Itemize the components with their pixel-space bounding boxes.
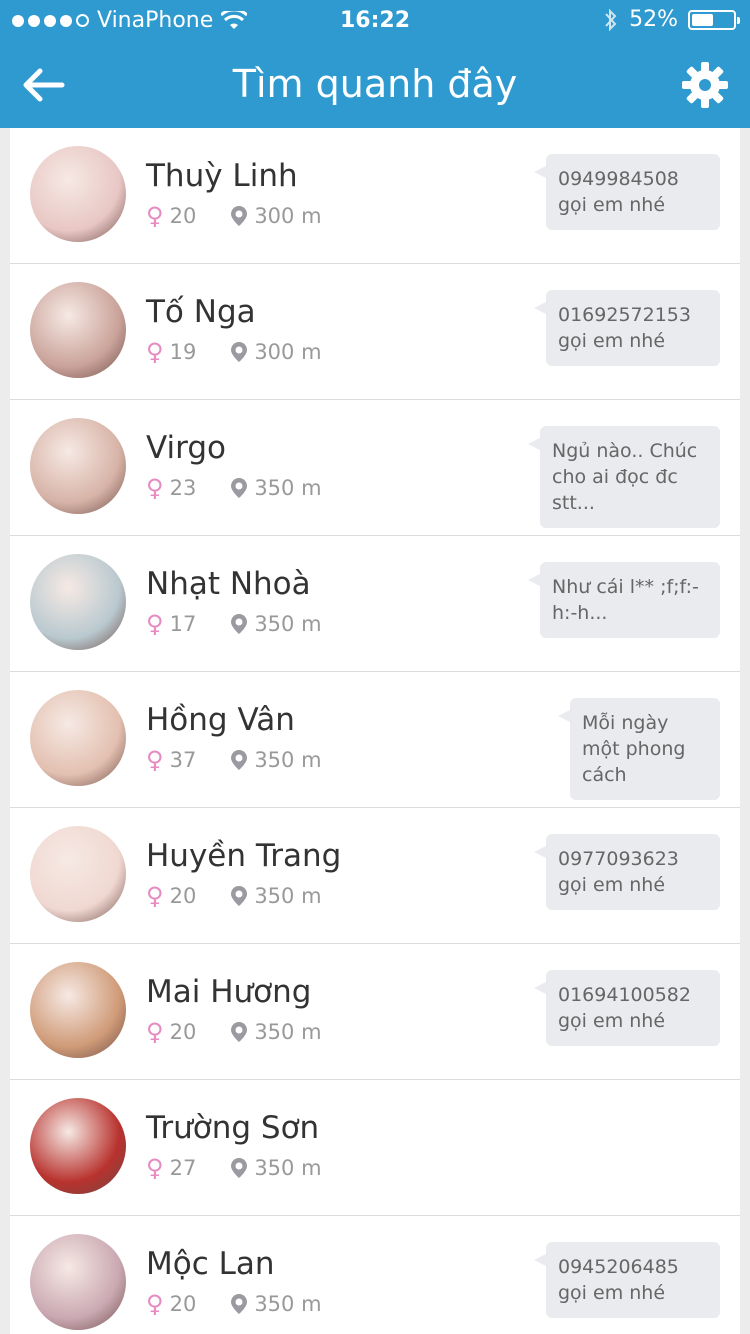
person-age: 23 bbox=[169, 476, 197, 500]
person-name: Virgo bbox=[146, 430, 226, 466]
female-icon: ♀ bbox=[146, 202, 164, 230]
status-message-bubble: 0977093623 gọi em nhé bbox=[534, 834, 720, 910]
person-meta: ♀ 19 300 m bbox=[146, 338, 322, 366]
female-icon: ♀ bbox=[146, 1290, 164, 1318]
status-message-bubble: Như cái l** ;f;f:-h:-h... bbox=[528, 562, 720, 638]
status-message: Mỗi ngày một phong cách bbox=[582, 712, 686, 786]
person-meta: ♀ 37 350 m bbox=[146, 746, 322, 774]
person-distance: 350 m bbox=[254, 748, 322, 772]
status-message-bubble: 0949984508 gọi em nhé bbox=[534, 154, 720, 230]
female-icon: ♀ bbox=[146, 474, 164, 502]
list-item[interactable]: Mai Hương ♀ 20 350 m 01694100582 gọi em … bbox=[10, 944, 740, 1080]
navigation-bar: Tìm quanh đây bbox=[0, 40, 750, 128]
status-right: 52% bbox=[603, 7, 740, 32]
person-distance: 350 m bbox=[254, 1156, 322, 1180]
list-item[interactable]: Tố Nga ♀ 19 300 m 01692572153 gọi em nhé bbox=[10, 264, 740, 400]
status-message-bubble: Ngủ nào.. Chúc cho ai đọc đc stt... bbox=[528, 426, 720, 528]
gear-icon[interactable] bbox=[680, 60, 730, 110]
list-item[interactable]: Thuỳ Linh ♀ 20 300 m 0949984508 gọi em n… bbox=[10, 128, 740, 264]
person-distance: 300 m bbox=[254, 340, 322, 364]
avatar[interactable] bbox=[30, 554, 126, 650]
avatar[interactable] bbox=[30, 282, 126, 378]
person-age: 20 bbox=[169, 1292, 197, 1316]
person-meta: ♀ 27 350 m bbox=[146, 1154, 322, 1182]
person-name: Trường Sơn bbox=[146, 1110, 320, 1146]
person-age: 20 bbox=[169, 884, 197, 908]
person-age: 27 bbox=[169, 1156, 197, 1180]
person-distance: 350 m bbox=[254, 1292, 322, 1316]
status-message: 01694100582 gọi em nhé bbox=[558, 984, 691, 1032]
battery-icon bbox=[688, 9, 740, 30]
person-meta: ♀ 17 350 m bbox=[146, 610, 322, 638]
person-distance: 350 m bbox=[254, 612, 322, 636]
location-pin-icon bbox=[231, 614, 248, 634]
avatar[interactable] bbox=[30, 962, 126, 1058]
person-meta: ♀ 20 350 m bbox=[146, 1290, 322, 1318]
person-meta: ♀ 20 300 m bbox=[146, 202, 322, 230]
avatar[interactable] bbox=[30, 1234, 126, 1330]
person-name: Thuỳ Linh bbox=[146, 158, 298, 194]
list-item[interactable]: Trường Sơn ♀ 27 350 m bbox=[10, 1080, 740, 1216]
status-message-bubble: 01692572153 gọi em nhé bbox=[534, 290, 720, 366]
nearby-people-list: Thuỳ Linh ♀ 20 300 m 0949984508 gọi em n… bbox=[10, 128, 740, 1334]
person-name: Tố Nga bbox=[146, 294, 256, 330]
status-message: 0977093623 gọi em nhé bbox=[558, 848, 679, 896]
person-meta: ♀ 20 350 m bbox=[146, 1018, 322, 1046]
female-icon: ♀ bbox=[146, 610, 164, 638]
female-icon: ♀ bbox=[146, 746, 164, 774]
avatar[interactable] bbox=[30, 418, 126, 514]
status-message: 0949984508 gọi em nhé bbox=[558, 168, 679, 216]
status-message-bubble: Mỗi ngày một phong cách bbox=[558, 698, 720, 800]
person-name: Nhạt Nhoà bbox=[146, 566, 311, 602]
location-pin-icon bbox=[231, 478, 248, 498]
list-item[interactable]: Mộc Lan ♀ 20 350 m 0945206485 gọi em nhé bbox=[10, 1216, 740, 1334]
female-icon: ♀ bbox=[146, 338, 164, 366]
battery-percent: 52% bbox=[629, 7, 678, 32]
person-name: Hồng Vân bbox=[146, 702, 295, 738]
status-message-bubble: 0945206485 gọi em nhé bbox=[534, 1242, 720, 1318]
avatar[interactable] bbox=[30, 146, 126, 242]
avatar[interactable] bbox=[30, 826, 126, 922]
status-message-bubble: 01694100582 gọi em nhé bbox=[534, 970, 720, 1046]
person-distance: 300 m bbox=[254, 204, 322, 228]
location-pin-icon bbox=[231, 886, 248, 906]
avatar[interactable] bbox=[30, 1098, 126, 1194]
list-item[interactable]: Nhạt Nhoà ♀ 17 350 m Như cái l** ;f;f:-h… bbox=[10, 536, 740, 672]
status-message: 01692572153 gọi em nhé bbox=[558, 304, 691, 352]
person-distance: 350 m bbox=[254, 1020, 322, 1044]
status-message: Như cái l** ;f;f:-h:-h... bbox=[552, 576, 699, 624]
avatar[interactable] bbox=[30, 690, 126, 786]
person-age: 19 bbox=[169, 340, 197, 364]
location-pin-icon bbox=[231, 1022, 248, 1042]
location-pin-icon bbox=[231, 1158, 248, 1178]
list-item[interactable]: Huyền Trang ♀ 20 350 m 0977093623 gọi em… bbox=[10, 808, 740, 944]
location-pin-icon bbox=[231, 206, 248, 226]
page-title: Tìm quanh đây bbox=[232, 62, 518, 106]
list-item[interactable]: Hồng Vân ♀ 37 350 m Mỗi ngày một phong c… bbox=[10, 672, 740, 808]
female-icon: ♀ bbox=[146, 882, 164, 910]
female-icon: ♀ bbox=[146, 1154, 164, 1182]
person-distance: 350 m bbox=[254, 884, 322, 908]
person-name: Mộc Lan bbox=[146, 1246, 275, 1282]
list-item[interactable]: Virgo ♀ 23 350 m Ngủ nào.. Chúc cho ai đ… bbox=[10, 400, 740, 536]
person-age: 20 bbox=[169, 204, 197, 228]
location-pin-icon bbox=[231, 750, 248, 770]
status-message: 0945206485 gọi em nhé bbox=[558, 1256, 679, 1304]
person-distance: 350 m bbox=[254, 476, 322, 500]
status-bar: VinaPhone 16:22 52% bbox=[0, 0, 750, 40]
location-pin-icon bbox=[231, 342, 248, 362]
person-age: 17 bbox=[169, 612, 197, 636]
person-name: Mai Hương bbox=[146, 974, 312, 1010]
person-age: 37 bbox=[169, 748, 197, 772]
location-pin-icon bbox=[231, 1294, 248, 1314]
bluetooth-icon bbox=[605, 8, 617, 31]
person-age: 20 bbox=[169, 1020, 197, 1044]
female-icon: ♀ bbox=[146, 1018, 164, 1046]
person-meta: ♀ 20 350 m bbox=[146, 882, 322, 910]
status-message: Ngủ nào.. Chúc cho ai đọc đc stt... bbox=[552, 440, 698, 514]
app-header: VinaPhone 16:22 52% Tìm quanh đây bbox=[0, 0, 750, 128]
person-name: Huyền Trang bbox=[146, 838, 342, 874]
person-meta: ♀ 23 350 m bbox=[146, 474, 322, 502]
